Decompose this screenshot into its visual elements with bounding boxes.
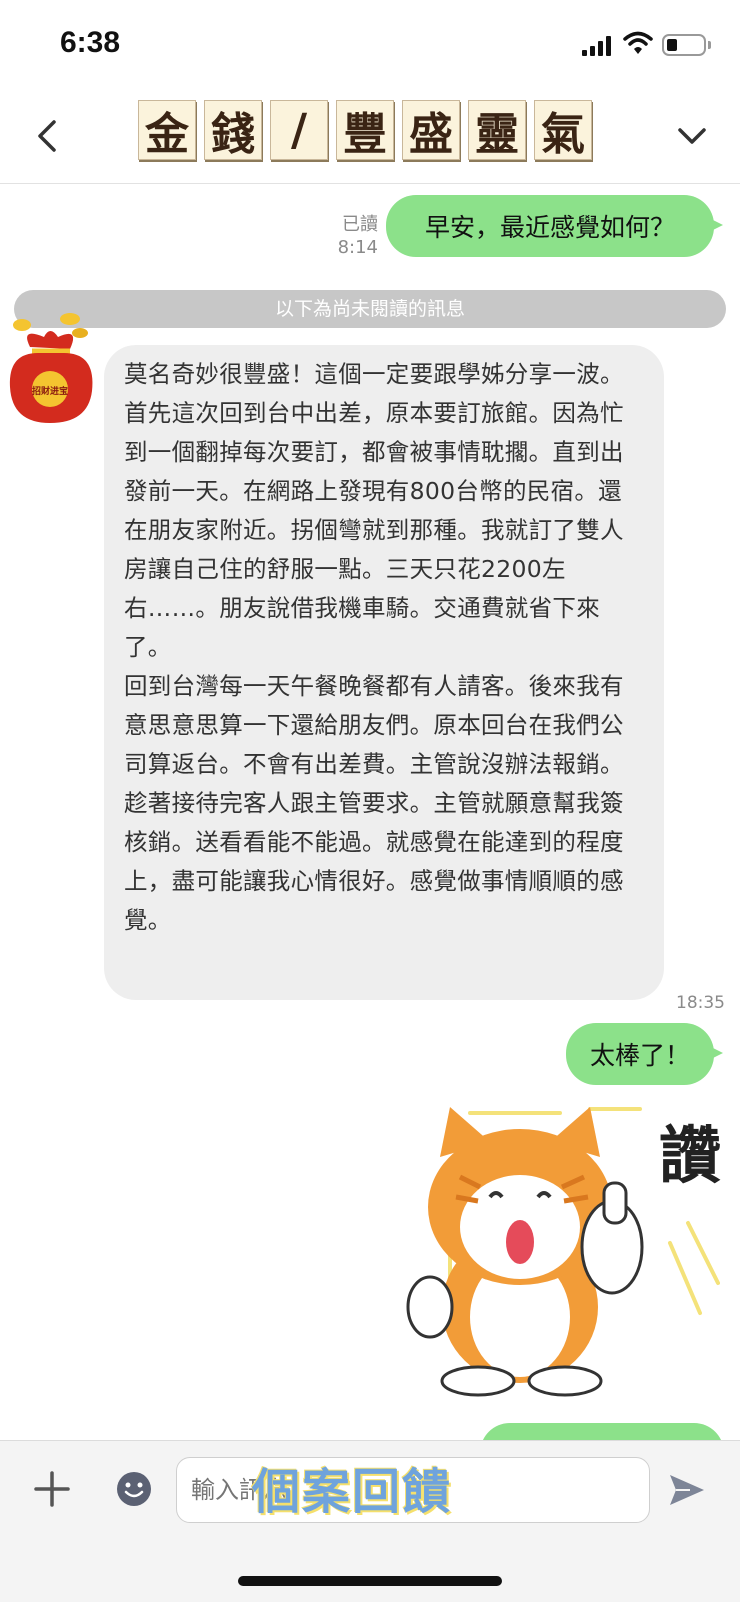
battery-icon xyxy=(662,34,706,56)
home-indicator[interactable] xyxy=(238,1576,502,1586)
battery-cap xyxy=(708,41,711,49)
message-time: 8:14 xyxy=(337,237,378,258)
back-icon[interactable] xyxy=(30,112,70,160)
bottom-area xyxy=(0,1544,740,1602)
title-char: 盛 xyxy=(402,100,460,160)
chevron-down-icon[interactable] xyxy=(672,112,712,160)
thumbs-up-cat-sticker[interactable]: 讚 xyxy=(400,1097,730,1397)
chat-title: 金 錢 / 豐 盛 靈 氣 xyxy=(138,100,592,164)
title-char: 氣 xyxy=(534,100,592,160)
status-time: 6:38 xyxy=(60,26,121,59)
message-input[interactable] xyxy=(176,1457,650,1523)
input-bar xyxy=(0,1440,740,1544)
outgoing-message[interactable]: 早安，最近感覺如何？ xyxy=(386,195,723,257)
lucky-bag-avatar[interactable]: 招财进宝 xyxy=(0,307,100,427)
title-char: 靈 xyxy=(468,100,526,160)
unread-divider: 以下為尚未閱讀的訊息 xyxy=(14,290,726,328)
outgoing-message[interactable]: 太棒了！ xyxy=(566,1023,723,1085)
status-bar: 6:38 xyxy=(0,0,740,88)
outgoing-message-partial[interactable] xyxy=(480,1423,724,1440)
incoming-message[interactable]: 莫名奇妙很豐盛！這個一定要跟學姊分享一波。 首先這次回到台中出差，原本要訂旅館。… xyxy=(104,345,664,1000)
title-char: 金 xyxy=(138,100,196,160)
title-char: 豐 xyxy=(336,100,394,160)
wifi-icon xyxy=(623,31,653,54)
title-char: / xyxy=(270,100,328,160)
message-list[interactable]: 已讀 8:14 早安，最近感覺如何？ 以下為尚未閱讀的訊息 招财进宝 莫名奇妙很… xyxy=(0,185,740,1440)
send-icon[interactable] xyxy=(666,1469,708,1511)
sticker-label: 讚 xyxy=(659,1119,721,1192)
message-text: 太棒了！ xyxy=(589,1041,690,1070)
emoji-icon[interactable] xyxy=(116,1471,152,1507)
title-char: 錢 xyxy=(204,100,262,160)
plus-icon[interactable] xyxy=(32,1469,72,1509)
message-time: 18:35 xyxy=(676,993,725,1013)
signal-icon xyxy=(582,36,612,56)
message-text: 早安，最近感覺如何？ xyxy=(424,213,675,242)
avatar-badge: 招财进宝 xyxy=(32,385,68,397)
read-receipt: 已讀 xyxy=(342,214,378,235)
chat-header: 金 錢 / 豐 盛 靈 氣 xyxy=(0,88,740,184)
